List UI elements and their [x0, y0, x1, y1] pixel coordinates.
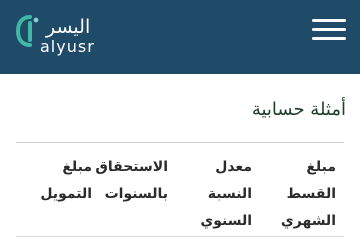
menu-line — [312, 19, 346, 22]
column-header-tenure-years: الاستحقاق بالسنوات — [95, 159, 168, 202]
menu-line — [312, 37, 346, 40]
table-top-divider — [16, 142, 344, 143]
column-header-annual-rate: معدل النسبة السنوي — [200, 159, 252, 229]
menu-line — [312, 28, 346, 31]
logo-arabic-text: اليسر — [46, 16, 91, 38]
table-header-row: مبلغ التمويل الاستحقاق بالسنوات معدل الن… — [16, 154, 344, 234]
logo-mark-icon — [16, 15, 39, 47]
section-title: أمثلة حسابية — [251, 99, 346, 120]
hamburger-menu-icon[interactable] — [312, 17, 346, 43]
logo-latin-text: alyusr — [40, 37, 95, 56]
table-header-divider — [16, 236, 344, 237]
alyusr-logo[interactable]: اليسر alyusr — [16, 12, 112, 56]
column-header-financing-amount: مبلغ التمويل — [40, 159, 92, 202]
column-header-monthly-installment: مبلغ القسط الشهري — [280, 159, 336, 229]
app-header: اليسر alyusr — [0, 0, 360, 74]
